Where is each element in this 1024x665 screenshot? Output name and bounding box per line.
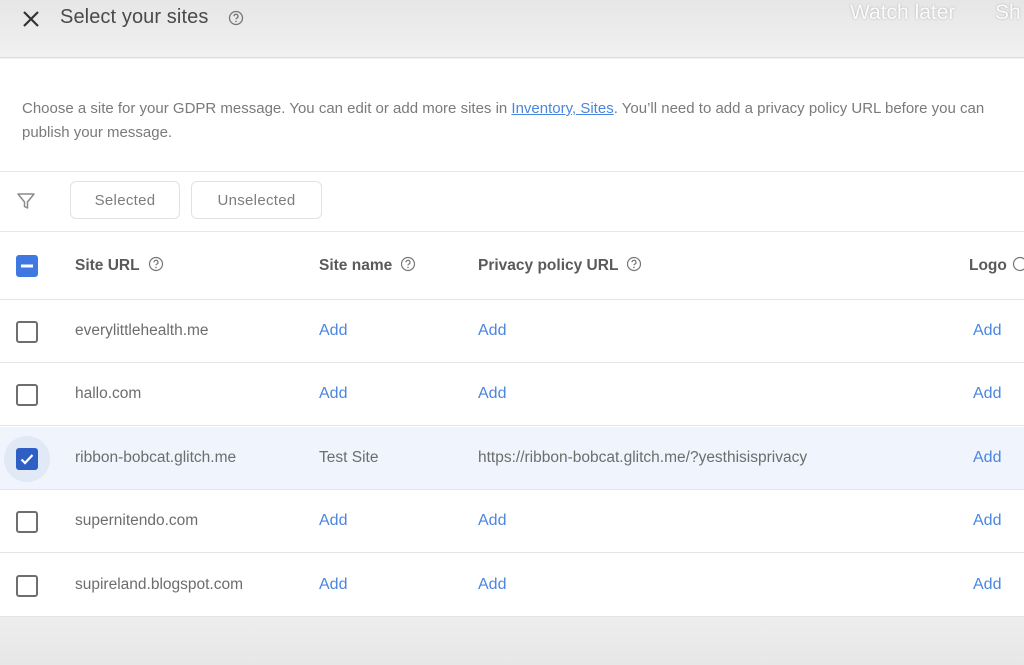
row-checkbox[interactable]	[16, 321, 38, 343]
filter-chip-selected[interactable]: Selected	[70, 181, 180, 219]
table-row[interactable]: hallo.com Add Add Add	[0, 363, 1024, 427]
inventory-sites-link[interactable]: Inventory, Sites	[511, 100, 613, 117]
close-icon	[23, 11, 39, 27]
site-url-cell: ribbon-bobcat.glitch.me	[75, 448, 237, 466]
dialog-header: Select your sites Watch later Sh	[0, 0, 1024, 58]
add-logo-link[interactable]: Add	[973, 427, 1001, 489]
table-row[interactable]: supernitendo.com Add Add Add	[0, 490, 1024, 554]
column-label: Site URL	[75, 257, 140, 274]
column-header-privacy-url: Privacy policy URL	[478, 232, 642, 300]
add-site-name-link[interactable]: Add	[319, 554, 347, 616]
column-label: Site name	[319, 257, 393, 274]
column-label: Logo	[969, 257, 1007, 274]
close-button[interactable]	[18, 6, 44, 32]
add-privacy-url-link[interactable]: Add	[478, 363, 506, 425]
table-header-row: Site URL Site name Privacy policy URL Lo…	[0, 232, 1024, 300]
add-site-name-link[interactable]: Add	[319, 363, 347, 425]
check-icon	[20, 454, 34, 465]
row-checkbox[interactable]	[16, 384, 38, 407]
add-site-name-link[interactable]: Add	[319, 490, 347, 552]
add-privacy-url-link[interactable]: Add	[478, 300, 506, 362]
add-logo-link[interactable]: Add	[973, 300, 1001, 362]
filter-icon[interactable]	[16, 191, 36, 216]
site-url-cell: everylittlehealth.me	[75, 322, 209, 339]
help-circle-icon[interactable]	[400, 256, 416, 277]
select-all-checkbox[interactable]	[16, 255, 38, 277]
dialog-title: Select your sites	[60, 6, 209, 28]
table-row[interactable]: ribbon-bobcat.glitch.me Test Site https://…	[0, 426, 1024, 490]
privacy-url-cell: https://ribbon-bobcat.glitch.me/?yesthis…	[478, 448, 808, 466]
site-url-cell: hallo.com	[75, 385, 142, 403]
divider	[0, 171, 1024, 172]
description-text: Choose a site for your GDPR message. You…	[22, 97, 1022, 145]
site-selection-panel: Choose a site for your GDPR message. You…	[0, 59, 1024, 617]
site-url-cell: supireland.blogspot.com	[75, 575, 244, 593]
row-checkbox[interactable]	[16, 574, 38, 597]
add-privacy-url-link[interactable]: Add	[478, 554, 506, 616]
dialog-footer	[0, 617, 1024, 665]
site-name-cell: Test Site	[319, 448, 379, 466]
help-circle-icon[interactable]	[228, 10, 244, 31]
column-header-site-name: Site name	[319, 232, 416, 300]
add-logo-link[interactable]: Add	[973, 554, 1001, 616]
description-part: Choose a site for your GDPR message. You…	[22, 100, 512, 117]
filter-chip-unselected[interactable]: Unselected	[191, 181, 322, 219]
add-logo-link[interactable]: Add	[973, 490, 1001, 552]
column-header-logo: Logo	[969, 232, 1024, 300]
add-logo-link[interactable]: Add	[973, 363, 1001, 425]
row-checkbox[interactable]	[16, 511, 38, 534]
help-circle-icon[interactable]	[148, 256, 164, 277]
add-site-name-link[interactable]: Add	[319, 300, 347, 362]
add-privacy-url-link[interactable]: Add	[478, 490, 506, 552]
column-label: Privacy policy URL	[478, 257, 619, 274]
table-row[interactable]: supireland.blogspot.com Add Add Add	[0, 554, 1024, 617]
site-url-cell: supernitendo.com	[75, 512, 199, 530]
help-circle-icon[interactable]	[626, 256, 642, 277]
table-row[interactable]: everylittlehealth.me Add Add Add	[0, 300, 1024, 363]
help-circle-icon[interactable]	[1012, 256, 1024, 277]
column-header-site-url: Site URL	[75, 232, 164, 300]
row-checkbox[interactable]	[16, 447, 38, 470]
watch-later-overlay[interactable]: Watch later	[850, 1, 955, 25]
share-overlay[interactable]: Sh	[995, 1, 1021, 25]
